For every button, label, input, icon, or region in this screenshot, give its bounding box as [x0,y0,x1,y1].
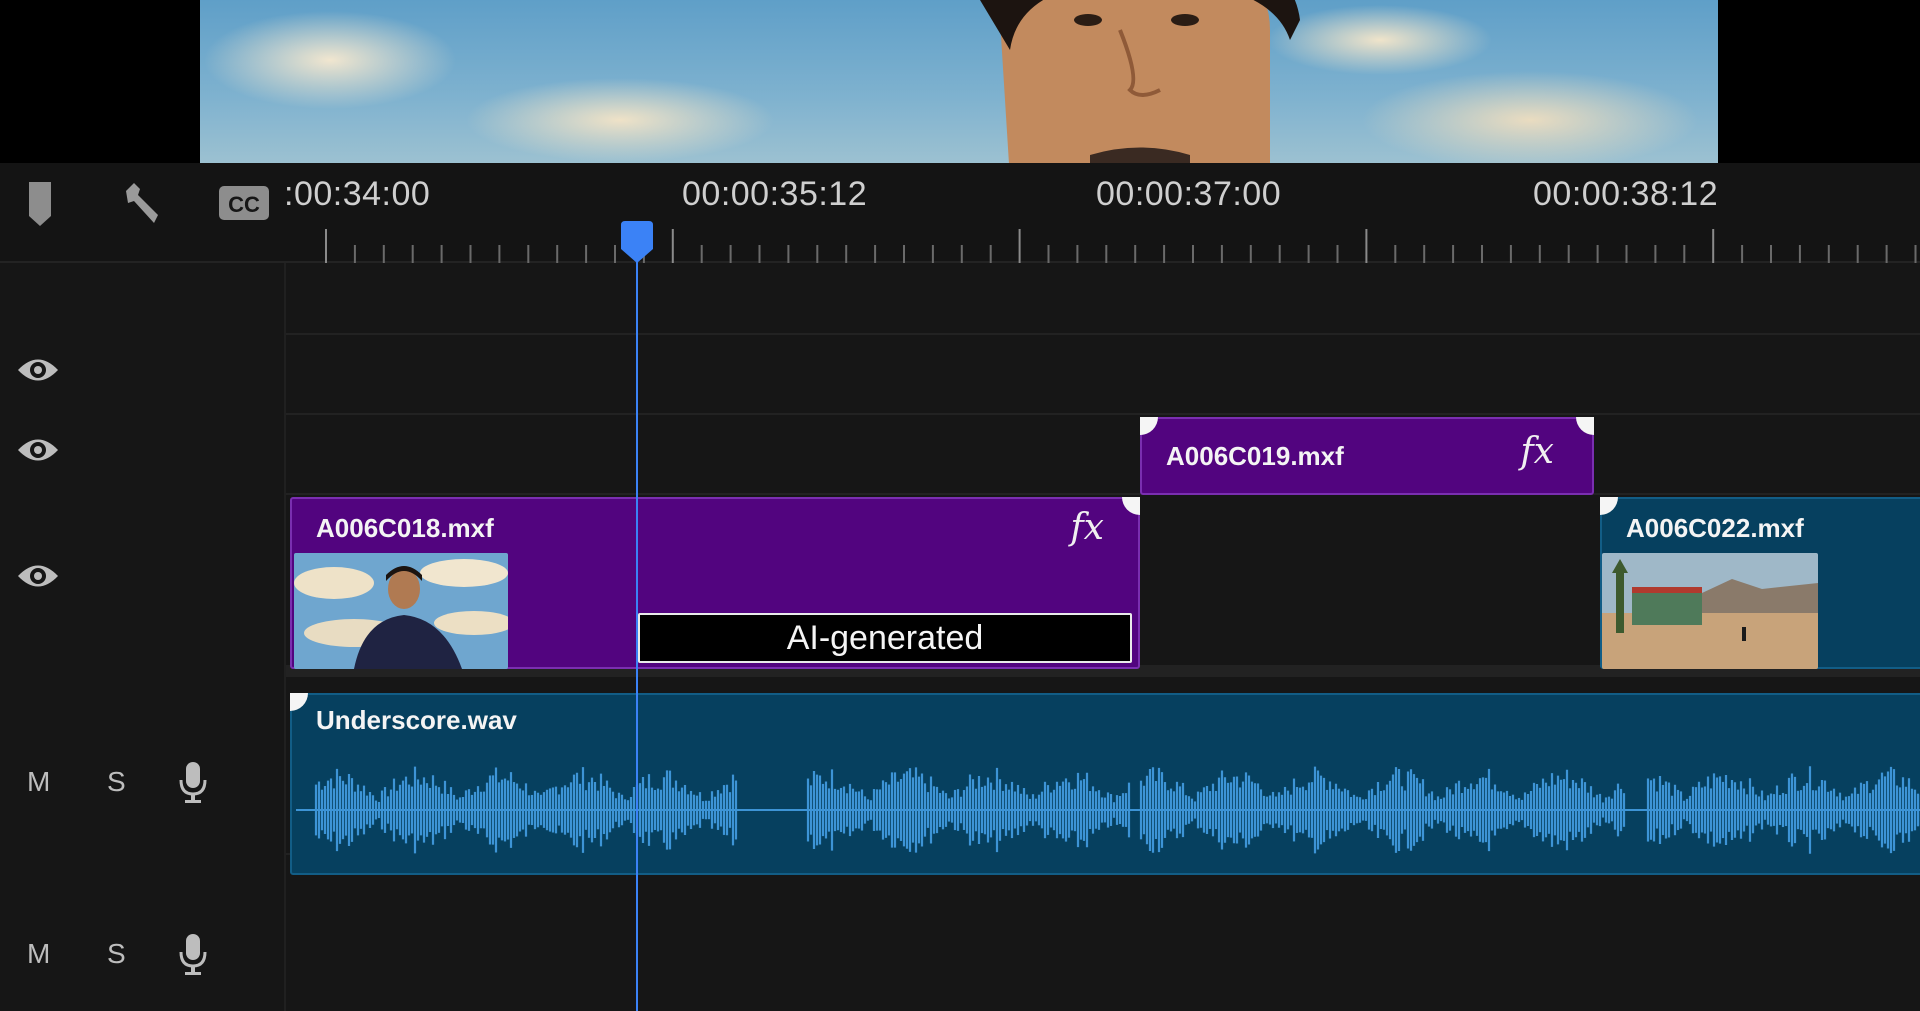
timecode-label: :00:34:00 [284,175,431,213]
clip-thumbnail [1602,553,1818,669]
track-row-a2 [0,855,1920,1011]
program-monitor [0,0,1920,163]
microphone-icon[interactable] [178,760,208,804]
eye-icon[interactable] [16,561,60,591]
audio-waveform [296,766,1920,854]
track-row-v3 [0,335,1920,415]
clip-start-handle[interactable] [1140,417,1158,435]
clip-start-handle[interactable] [1600,497,1618,515]
wrench-icon[interactable] [114,175,170,231]
clip-end-handle[interactable] [1122,497,1140,515]
ai-generated-label: AI-generated [786,618,984,657]
clip-name: A006C018.mxf [316,513,494,543]
clip-name: A006C022.mxf [1626,513,1804,543]
playhead-line[interactable] [636,232,638,1011]
eye-icon[interactable] [16,435,60,465]
playhead-handle[interactable] [619,221,655,263]
clip-end-handle[interactable] [1576,417,1594,435]
marker-icon[interactable] [12,175,68,231]
clip-name: Underscore.wav [316,705,517,735]
closed-captions-icon[interactable]: CC [216,175,272,231]
fx-icon[interactable]: fx [1070,507,1104,548]
mute-button[interactable]: M [27,766,50,798]
clip-thumbnail [294,553,508,669]
ai-generated-badge: AI-generated [638,613,1132,663]
mute-button[interactable]: M [27,938,50,970]
preview-person-image [980,0,1300,163]
video-clip-a006c022[interactable]: A006C022.mxf [1600,497,1920,669]
clip-name: A006C019.mxf [1166,441,1344,471]
track-row-v4 [0,263,1920,335]
timecode-label: 00:00:37:00 [1096,175,1282,213]
timecode-label: 00:00:35:12 [682,175,868,213]
solo-button[interactable]: S [107,766,126,798]
video-preview [200,0,1718,163]
timecode-label: 00:00:38:12 [1533,175,1719,213]
clip-start-handle[interactable] [290,693,308,711]
time-ruler[interactable]: CC :00:34:00 00:00:35:12 00:00:37:00 00:… [0,163,1920,263]
ruler-ticks [325,229,1917,263]
track-row-v2 [0,415,1920,495]
solo-button[interactable]: S [107,938,126,970]
fx-icon[interactable]: fx [1520,431,1554,472]
audio-clip-underscore[interactable]: Underscore.wav [290,693,1920,875]
eye-icon[interactable] [16,355,60,385]
microphone-icon[interactable] [178,932,208,976]
video-clip-a006c019[interactable]: A006C019.mxf fx [1140,417,1594,495]
track-headers: M S M S [0,263,286,1011]
svg-text:CC: CC [228,192,260,217]
timeline-panel: CC :00:34:00 00:00:35:12 00:00:37:00 00:… [0,163,1920,1011]
